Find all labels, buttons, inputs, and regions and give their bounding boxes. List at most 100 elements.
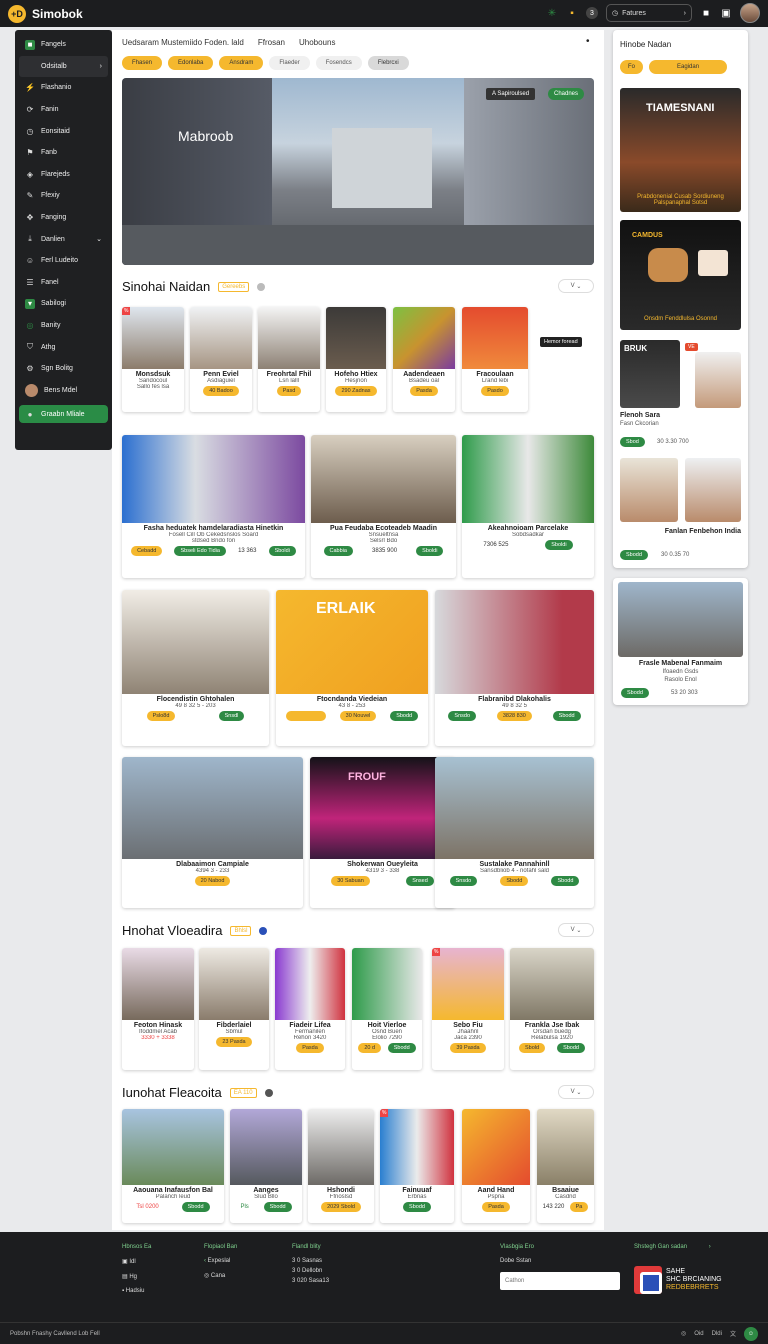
product-button[interactable]: 39 Pasda [450,1043,486,1053]
user-avatar[interactable] [740,3,760,23]
footer-link[interactable]: ‹ Expeslal [204,1258,237,1264]
store-card[interactable]: Fasha heduatek hamdelaradiasta Hinetkin … [122,435,305,578]
store-button[interactable]: Sboldi [268,546,296,556]
sidebar-item-athg[interactable]: ⛉ Athg [19,336,108,358]
hero-tag-green[interactable]: Chadnes [548,88,585,100]
header-tab-uhobouns[interactable]: Uhobouns [299,38,335,47]
product-button[interactable]: Pasd [276,386,302,396]
store-button[interactable]: 20 Nabod [194,876,231,886]
store-button[interactable]: Sbodd [552,711,581,721]
product-button[interactable]: Pasda [482,1202,510,1212]
product-card[interactable]: Hofeho Htiex Hesjnon 290 Zadnas [326,307,386,412]
sidebar-item-sabilogi[interactable]: ▾ Sabilogi [19,293,108,315]
sidebar-item-ffexiy[interactable]: ✎ Ffexiy [19,185,108,207]
chip-eagidan[interactable]: Eagidan [649,60,728,74]
store-button[interactable]: Sboldi [545,540,573,550]
store-button[interactable]: Pslo8d [146,711,176,721]
store-card[interactable]: Sustalake Pannahinll Sansdbliob 4 - nofa… [435,757,594,908]
product-card[interactable]: % Monsdsuk Sandocoul Sallo fes lsa [122,307,184,412]
floating-tag[interactable]: Hemor foread [540,337,582,347]
clock-icon[interactable]: 3 [586,7,598,19]
sidebar-item-odsitalb[interactable]: Odsitalb › [19,55,108,78]
product-button[interactable]: Sbold [519,1043,546,1053]
promo-image-2[interactable]: CAMDUS Onsdm Fenddlulsa Osonnd [620,220,741,330]
sidebar-item-fanel[interactable]: ☰ Fanel [19,272,108,294]
sidebar-item-fangels[interactable]: ■ Fangels [19,34,108,56]
sort-dropdown[interactable]: V ⌄ [558,923,594,937]
sidebar-item-ferl-ludeito[interactable]: ☺ Ferl Ludeito [19,250,108,272]
store-button[interactable]: Cebadd [131,546,163,556]
product-button[interactable]: 290 Zadnas [335,386,377,396]
store-button[interactable]: Sbodd [551,876,580,886]
footer-link[interactable]: ◎ Cana [204,1272,237,1279]
app-logo[interactable]: +D [8,4,26,23]
product-button[interactable]: Sbodd [181,1202,210,1212]
product-card[interactable]: Fiadeir Lifea Fermanilen Rehon 3420 Pasd… [275,948,345,1070]
product-card[interactable]: Aand Hand Pspna Pasda [462,1109,530,1223]
product-button[interactable]: Pasda [410,386,438,396]
product-card[interactable]: % Sebo Fiu Jhaahnl Jaca 2390 39 Pasda [432,948,504,1070]
chip-ansdram[interactable]: Ansdram [219,56,264,70]
top-search-box[interactable]: ◷ Fatures › [606,4,692,22]
right-panel-card[interactable]: Frasle Mabenal Fanmaim Ifoaedn Gsds Raso… [613,578,748,705]
product-button[interactable]: 2029 Sbold [321,1202,361,1212]
store-card[interactable]: ERLAIK Ftocndanda Viedeian 43 8 - 253 30… [276,590,428,746]
product-card[interactable]: Aadendeaen Bsadeu oal Pasda [393,307,455,412]
footer-search-input[interactable]: Cathon [500,1272,620,1290]
chip-flaeder[interactable]: Flaeder [269,56,310,70]
store-button[interactable]: Sbseli Edo Tidia [174,546,226,556]
card-button[interactable]: Sbod [620,437,645,447]
bell-icon[interactable]: ■ [700,7,712,19]
info-icon[interactable] [257,282,266,291]
info-icon[interactable] [264,1088,273,1097]
product-card[interactable]: Hoit Vierloe Osnd Buen Elolio 7290 20 dS… [352,948,422,1070]
product-card[interactable]: Freohrtal Fhil Lsn lalll Pasd [258,307,320,412]
chip-fo[interactable]: Fo [620,60,644,74]
store-button[interactable]: Sbodd [390,711,419,721]
sidebar-item-eonsitaid[interactable]: ◷ Eonsitaid [19,120,108,142]
chat-icon[interactable]: ☺ [744,1326,758,1341]
product-card[interactable]: Penn Eviel Asdiaguiel 40 Badoo [190,307,252,412]
store-button[interactable]: 30 Nouvel [339,711,377,721]
footer-bottom-link[interactable]: Oid [694,1331,703,1337]
plant-icon[interactable]: ✳ [546,7,558,19]
product-button[interactable]: Pa [569,1202,589,1212]
product-card[interactable]: Bsaaiue Casdnd 143 220 Pa [537,1109,594,1223]
store-button[interactable]: 3828 830 [496,711,532,721]
footer-link[interactable]: 3 020 Sasa13 [292,1278,329,1284]
hero-banner[interactable]: Mabroob A Sapiroulsed Chadnes [122,78,594,265]
store-button[interactable]: Snsdo [448,711,477,721]
chip-fosendcs[interactable]: Fosendcs [315,56,362,70]
sidebar-item-flashanio[interactable]: ⚡ Flashanio [19,77,108,99]
product-button[interactable]: Sbodd [387,1043,416,1053]
product-card[interactable]: Fibderlaiel Sbmul 23 Pasda [199,948,269,1070]
promo-image-1[interactable]: TIAMESNANI Prabdonenial Cusab Sordiuneng… [620,88,741,212]
product-button[interactable]: 23 Pasda [216,1037,252,1047]
info-icon[interactable] [259,926,268,935]
product-card[interactable]: Fracoulaan Lrand lebi Pasdo [462,307,528,412]
product-button[interactable]: Sbodd [557,1043,585,1053]
store-card[interactable]: Flocendistin Ghtohalen 49 8 32 5 - 203 P… [122,590,269,746]
product-card[interactable]: Frankla Jse Ibak Orsdan buedg Relabulsa … [510,948,594,1070]
sidebar-item-banity[interactable]: ◎ Banity [19,315,108,337]
footer-link[interactable]: 3 0 Sasnas [292,1258,329,1264]
store-card[interactable]: Akeahnoioam Parcelake Sobdsadkar 7306 52… [462,435,594,578]
product-button[interactable]: Pasda [296,1043,324,1053]
sidebar-item-fanb[interactable]: ⚑ Fanb [19,142,108,164]
store-card[interactable]: Pua Feudaba Ecoteadeb Maadin Snsueltnsa … [311,435,456,578]
product-button[interactable]: Pasdo [481,386,509,396]
sidebar-item-sgn-bolitg[interactable]: ⚙ Sgn Bolitg [19,358,108,380]
translate-icon[interactable]: 文 [730,1329,736,1338]
hero-tag[interactable]: A Sapiroulsed [486,88,536,100]
store-card[interactable]: Dlabaaimon Campiale 4394 3 - 233 20 Nabo… [122,757,303,908]
sort-dropdown[interactable]: V ⌄ [558,279,594,293]
product-card[interactable]: Feoton Hinask Ifoddmel Acab 3330 + 3338 [122,948,194,1070]
product-button[interactable]: Sbodd [403,1202,431,1212]
footer-bottom-link[interactable]: Dldi [712,1331,722,1337]
header-tab-ffrosan[interactable]: Ffrosan [258,38,285,47]
product-button[interactable]: 40 Badoo [203,386,239,396]
product-card[interactable]: Hshondi Ffnoslsd 2029 Sbold [308,1109,374,1223]
card-image[interactable]: BRUK [620,340,680,408]
store-button[interactable]: Snsed [406,876,434,886]
sidebar-item-flarejeds[interactable]: ◈ Flarejeds [19,164,108,186]
